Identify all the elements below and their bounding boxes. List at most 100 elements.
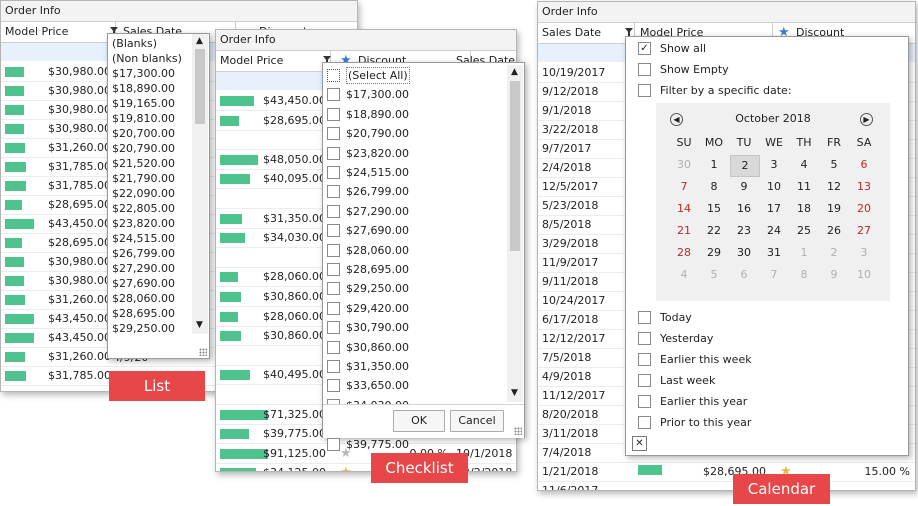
checkbox[interactable] [327,340,340,354]
calendar-day[interactable]: 31 [760,243,788,263]
checkbox[interactable] [638,353,651,366]
calendar-day[interactable]: 14 [670,199,698,219]
checkbox[interactable] [638,374,651,387]
calendar-day[interactable]: 11 [790,177,818,197]
list-item[interactable]: $23,820.00 [112,216,175,231]
checkbox[interactable] [327,379,340,393]
calendar-day[interactable]: 3 [760,155,788,175]
scroll-down-icon[interactable]: ▼ [196,321,203,330]
calendar-day[interactable]: 16 [730,199,758,219]
scroll-thumb[interactable] [195,49,205,124]
checkbox[interactable] [638,416,651,429]
calendar-day[interactable]: 9 [730,177,758,197]
list-item[interactable]: $19,810.00 [112,111,175,126]
checkbox[interactable] [327,146,340,160]
checkbox[interactable] [327,243,340,257]
resize-grip-icon[interactable] [199,348,207,356]
calendar-day[interactable]: 26 [820,221,848,241]
list-item[interactable]: $21,520.00 [112,156,175,171]
calendar-day[interactable]: 6 [730,265,758,285]
calendar-day[interactable]: 18 [790,199,818,219]
list-item[interactable]: $28,060.00 [112,291,175,306]
calendar-day[interactable]: 5 [700,265,728,285]
calendar-day[interactable]: 22 [700,221,728,241]
checkbox[interactable] [327,224,340,238]
resize-grip-icon[interactable] [514,427,522,435]
list-item[interactable]: $26,799.00 [112,246,175,261]
calendar-day[interactable]: 19 [820,199,848,219]
checkbox[interactable] [327,107,340,121]
calendar-day[interactable]: 8 [700,177,728,197]
calendar-day[interactable]: 30 [670,155,698,175]
ok-button[interactable]: OK [393,410,445,432]
scroll-down-icon[interactable]: ▼ [511,389,518,398]
list-item[interactable]: $27,690.00 [112,276,175,291]
calendar-day[interactable]: 1 [700,155,728,175]
scroll-up-icon[interactable]: ▲ [511,68,518,77]
list-item[interactable]: (Non blanks) [112,51,182,66]
checkbox[interactable] [327,127,340,141]
close-icon[interactable]: ✕ [632,436,647,451]
calendar-day[interactable]: 15 [700,199,728,219]
list-item[interactable]: $28,695.00 [112,306,175,321]
cancel-button[interactable]: Cancel [450,410,504,432]
calendar-day[interactable]: 7 [760,265,788,285]
checkbox[interactable] [327,360,340,373]
calendar-day[interactable]: 27 [850,221,878,241]
calendar-day[interactable]: 10 [850,265,878,285]
checkbox[interactable] [327,88,340,102]
calendar-day[interactable]: 7 [670,177,698,197]
checkbox[interactable] [638,311,651,324]
list-item[interactable]: $29,250.00 [112,321,175,336]
scroll-up-icon[interactable]: ▲ [196,37,203,46]
calendar-day[interactable]: 3 [850,243,878,263]
calendar-day[interactable]: 10 [760,177,788,197]
calendar-day[interactable]: 28 [670,243,698,263]
checkbox[interactable] [327,69,340,82]
calendar-day[interactable]: 25 [790,221,818,241]
col-model-price[interactable]: Model Price [216,51,331,71]
list-item[interactable]: $19,165.00 [112,96,175,111]
calendar-day[interactable]: 17 [760,199,788,219]
list-item[interactable]: $22,090.00 [112,186,175,201]
calendar-day[interactable]: 20 [850,199,878,219]
calendar-day[interactable]: 24 [760,221,788,241]
calendar-day[interactable]: 8 [790,265,818,285]
list-item[interactable]: $17,300.00 [112,66,175,81]
checkbox[interactable] [327,263,340,276]
list-item[interactable]: (Blanks) [112,36,157,51]
checkbox[interactable] [327,282,340,296]
calendar-day[interactable]: 2 [820,243,848,263]
calendar-day[interactable]: 1 [790,243,818,263]
col-sales-date[interactable]: Sales Date [538,23,635,43]
calendar-day[interactable]: 5 [820,155,848,175]
checkbox[interactable] [638,63,651,76]
checkbox[interactable] [327,321,340,335]
list-item[interactable]: $20,790.00 [112,141,175,156]
calendar-day[interactable]: 13 [850,177,878,197]
calendar-day[interactable]: 30 [730,243,758,263]
list-scrollbar[interactable]: ▲ ▼ [192,34,208,334]
calendar-day[interactable]: 9 [820,265,848,285]
checkbox[interactable] [327,437,340,451]
scroll-thumb[interactable] [510,81,520,251]
checkbox[interactable] [327,301,340,315]
checkbox[interactable] [327,185,340,199]
list-item[interactable]: $21,790.00 [112,171,175,186]
checkbox[interactable]: ✓ [638,42,651,55]
col-model-price[interactable]: Model Price [1,22,116,42]
checkbox[interactable] [638,395,651,408]
checklist-scrollbar[interactable]: ▲ ▼ [507,65,523,402]
calendar-day[interactable]: 12 [820,177,848,197]
checkbox[interactable] [638,332,651,345]
calendar-day[interactable]: 4 [670,265,698,285]
list-item[interactable]: $18,890.00 [112,81,175,96]
calendar-day[interactable]: 21 [670,221,698,241]
list-item[interactable]: $22,805.00 [112,201,175,216]
list-item[interactable]: $27,290.00 [112,261,175,276]
next-month-icon[interactable]: ▶ [860,113,873,126]
list-item[interactable]: $24,515.00 [112,231,175,246]
list-item[interactable]: $20,700.00 [112,126,175,141]
calendar-day[interactable]: 2 [730,155,760,177]
calendar-day[interactable]: 4 [790,155,818,175]
